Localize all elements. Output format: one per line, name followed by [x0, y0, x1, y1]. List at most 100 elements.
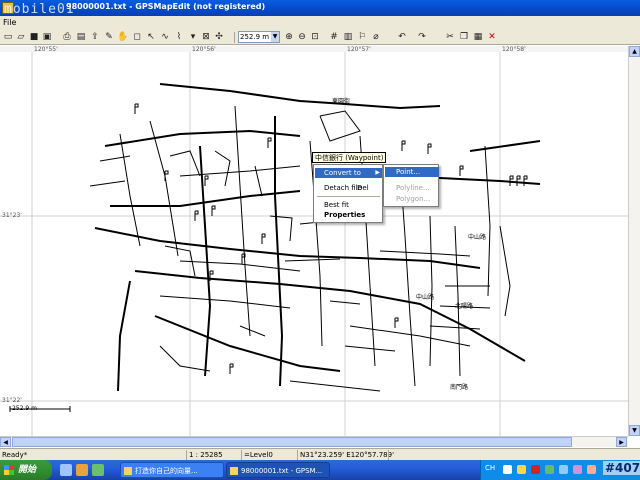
antivirus-icon[interactable] [531, 465, 540, 474]
menu-convert-to[interactable]: Convert to ▶ [315, 168, 382, 178]
undo-icon[interactable]: ↶ [396, 31, 408, 43]
ime-icon[interactable] [503, 465, 512, 474]
menu-best-fit-label: Best fit [324, 201, 349, 209]
lat-label: 31°22' [2, 397, 22, 404]
system-tray: CH #4076 [480, 460, 640, 480]
layers-icon[interactable]: ▥ [342, 31, 354, 43]
redo-icon[interactable]: ↷ [416, 31, 428, 43]
status-empty [388, 450, 640, 460]
task-gpsmapedit[interactable]: 98000001.txt - GPSM... [226, 462, 330, 478]
edit-node-icon[interactable]: ∿ [159, 31, 171, 43]
street-label: 中山路 [468, 234, 487, 241]
vertical-scrollbar[interactable]: ▲ ▼ [628, 46, 640, 436]
print-icon[interactable]: ⎙ [61, 31, 73, 43]
cut-icon[interactable]: ✂ [444, 31, 456, 43]
street-label: 北陽路 [455, 303, 474, 310]
street-label: 南門路 [450, 384, 469, 391]
hand-tool-icon[interactable]: ✋ [117, 31, 129, 43]
scroll-thumb[interactable] [12, 437, 572, 447]
menu-properties-label: Properties [324, 211, 366, 219]
menu-best-fit[interactable]: Best fit [315, 200, 382, 210]
title-bar: mobile01 98000001.txt - GPSMapEdit (not … [0, 0, 640, 17]
browser-icon [124, 467, 132, 475]
explorer-icon[interactable] [76, 464, 88, 476]
waypoint-icon[interactable]: ⚐ [356, 31, 368, 43]
polyline-tool-icon[interactable]: ⌇ [173, 31, 185, 43]
scale-label: 252.9 m [12, 405, 37, 412]
msn-icon[interactable] [559, 465, 568, 474]
convert-submenu: Point... Polyline... Polygon... [383, 164, 439, 207]
scroll-down-icon[interactable]: ▼ [629, 425, 640, 436]
save-all-icon[interactable]: ▣ [41, 31, 53, 43]
shape-tool-icon[interactable]: ▾ [187, 31, 199, 43]
move-map-icon[interactable]: ✣ [213, 31, 225, 43]
chevron-right-icon: ▶ [375, 169, 380, 176]
export-icon[interactable]: ⇪ [89, 31, 101, 43]
zoom-window-icon[interactable]: ◻ [131, 31, 143, 43]
open-icon[interactable]: ▱ [15, 31, 27, 43]
chevron-down-icon[interactable]: ▼ [271, 32, 279, 42]
menu-separator [317, 196, 380, 197]
submenu-point[interactable]: Point... [385, 167, 439, 177]
ie-icon[interactable] [60, 464, 72, 476]
zoom-fit-icon[interactable]: ⊡ [309, 31, 321, 43]
window-title: 98000001.txt - GPSMapEdit (not registere… [66, 2, 266, 11]
status-level: =Level0 [241, 450, 296, 460]
street-label: 東園街 [332, 98, 351, 105]
status-bar: Ready* 1 : 25285 =Level0 N31°23.259' E12… [0, 448, 640, 460]
zoom-value: 252.9 m [240, 33, 270, 41]
lon-label: 120°57' [347, 46, 371, 53]
task-browser[interactable]: 打造你自己的向量... [120, 462, 224, 478]
volume-icon[interactable] [517, 465, 526, 474]
task-label: 打造你自己的向量... [135, 467, 198, 475]
tools-icon[interactable]: ✎ [103, 31, 115, 43]
windows-logo-icon [4, 465, 14, 475]
select-arrow-icon[interactable]: ↖ [145, 31, 157, 43]
clip-icon[interactable]: ⌀ [370, 31, 382, 43]
taskbar: 開始 打造你自己的向量... 98000001.txt - GPSM... CH… [0, 460, 640, 480]
copy-icon[interactable]: ❐ [458, 31, 470, 43]
lon-label: 120°55' [34, 46, 58, 53]
clock[interactable]: #4076 [603, 461, 640, 475]
lat-label: 31°23' [2, 212, 22, 219]
submenu-polygon[interactable]: Polygon... [385, 194, 439, 204]
map-canvas[interactable]: 120°55' 120°56' 120°57' 120°58' 31°23' 3… [0, 46, 628, 436]
lon-label: 120°58' [502, 46, 526, 53]
language-indicator[interactable]: CH [485, 464, 495, 472]
tray-app-icon[interactable] [587, 465, 596, 474]
menu-shortcut: Del [357, 184, 369, 192]
desktop-icon[interactable] [92, 464, 104, 476]
tray-app-icon[interactable] [573, 465, 582, 474]
scroll-up-icon[interactable]: ▲ [629, 46, 640, 57]
menu-properties[interactable]: Properties [315, 210, 382, 220]
menu-bar: File [0, 16, 640, 30]
save-icon[interactable]: ■ [28, 31, 40, 43]
delete-icon[interactable]: ✕ [486, 31, 498, 43]
submenu-polyline[interactable]: Polyline... [385, 183, 439, 193]
new-icon[interactable]: ▭ [2, 31, 14, 43]
scroll-right-icon[interactable]: ▶ [616, 437, 627, 447]
zoom-in-icon[interactable]: ⊕ [283, 31, 295, 43]
network-icon[interactable] [545, 465, 554, 474]
waypoint-tooltip: 中信銀行 (Waypoint) [312, 152, 387, 163]
status-scale: 1 : 25285 [186, 450, 240, 460]
paste-icon[interactable]: ▦ [472, 31, 484, 43]
scroll-left-icon[interactable]: ◀ [0, 437, 11, 447]
menu-detach-file[interactable]: Detach file Del [315, 183, 382, 193]
task-label: 98000001.txt - GPSM... [241, 467, 323, 475]
measure-icon[interactable]: ⊠ [200, 31, 212, 43]
toolbar: ▭ ▱ ■ ▣ ⎙ ▤ ⇪ ✎ ✋ ◻ ↖ ∿ ⌇ ▾ ⊠ ✣ 252.9 m … [0, 30, 640, 45]
gpsmapedit-icon [230, 467, 238, 475]
start-button[interactable]: 開始 [0, 460, 52, 480]
zoom-out-icon[interactable]: ⊖ [296, 31, 308, 43]
watermark: mobile01 [4, 2, 75, 17]
zoom-select[interactable]: 252.9 m ▼ [238, 31, 280, 43]
horizontal-scrollbar[interactable]: ◀ ▶ [0, 436, 628, 447]
grid-icon[interactable]: # [328, 31, 340, 43]
start-label: 開始 [18, 465, 37, 475]
print-preview-icon[interactable]: ▤ [75, 31, 87, 43]
status-ready: Ready* [2, 451, 28, 459]
toolbar-separator [234, 32, 235, 43]
menu-file[interactable]: File [3, 18, 16, 27]
context-menu: Convert to ▶ Detach file Del Best fit Pr… [313, 164, 383, 223]
